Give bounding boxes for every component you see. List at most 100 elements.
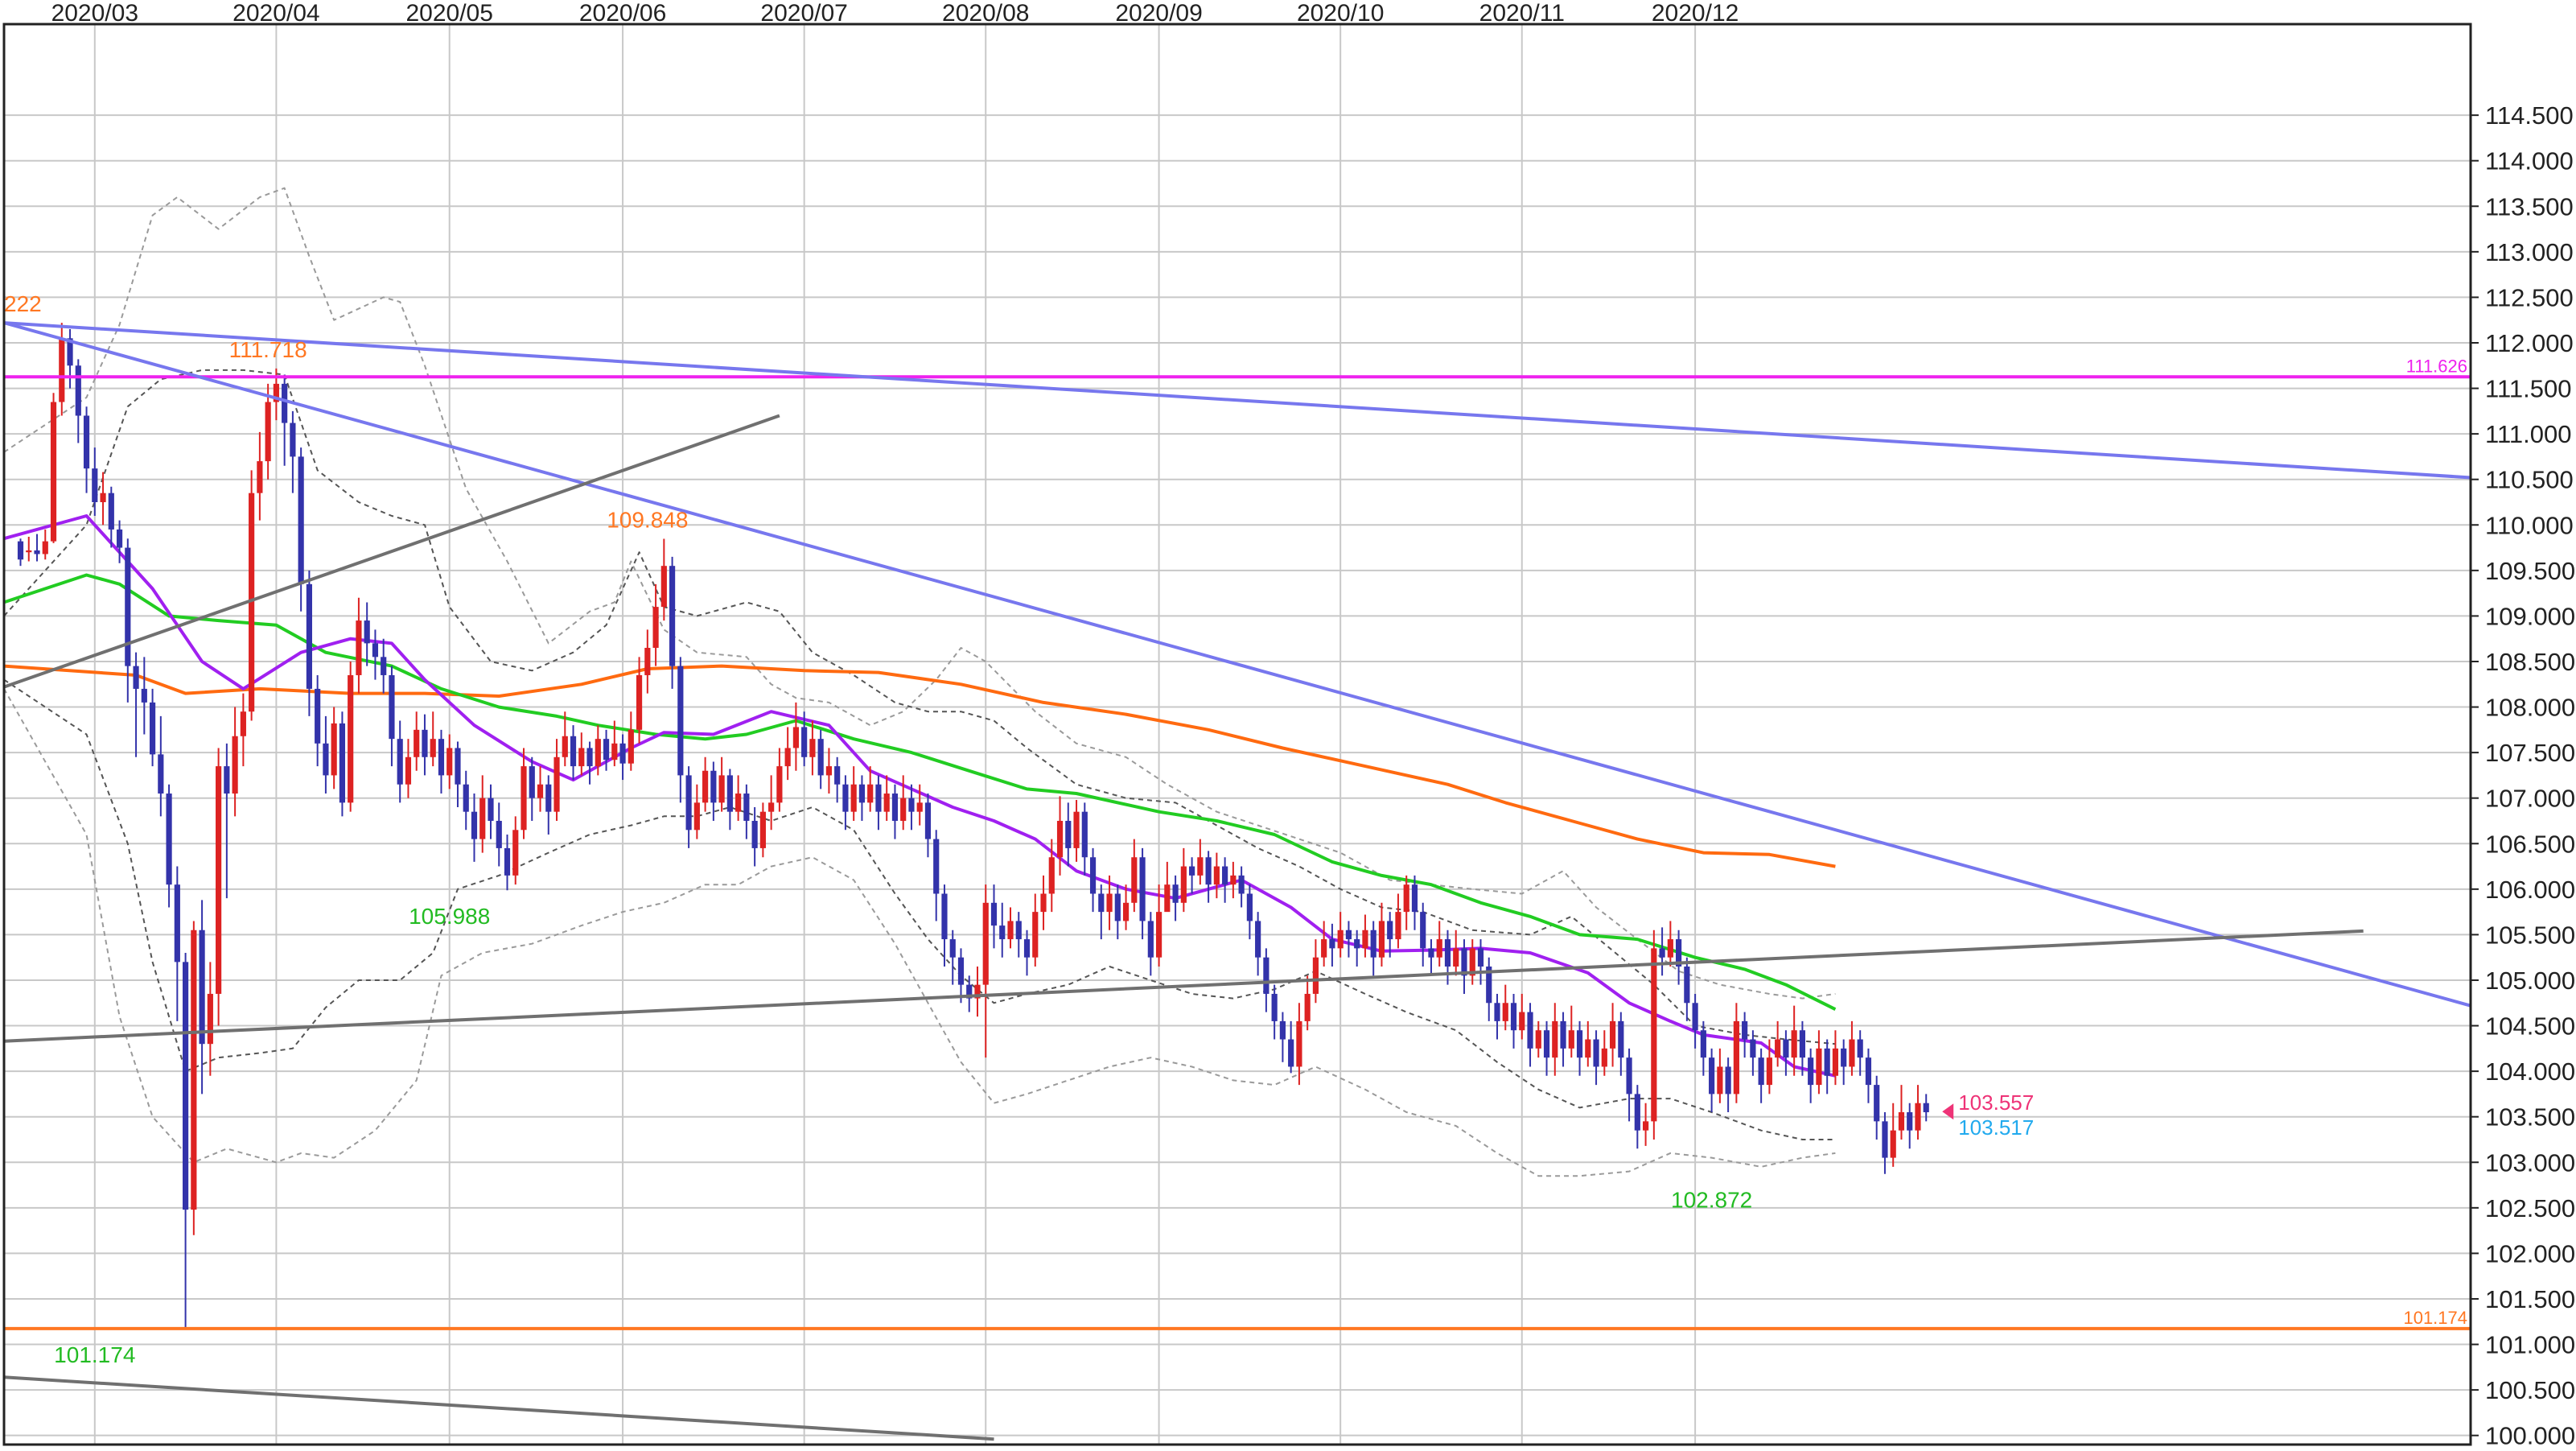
candle-body: [1874, 1085, 1880, 1122]
x-tick-label: 2020/12: [1652, 0, 1739, 27]
candle-body: [1890, 1130, 1896, 1158]
candle-body: [1626, 1057, 1632, 1094]
candle: [339, 711, 346, 817]
candle-body: [1131, 857, 1138, 903]
candle-body: [1032, 912, 1039, 958]
candle-body: [957, 957, 965, 985]
candle-body: [430, 739, 436, 757]
candle-body: [603, 739, 610, 761]
candle-body: [1601, 1048, 1607, 1067]
candle-body: [1907, 1112, 1913, 1131]
candle-body: [1609, 1020, 1616, 1049]
candle-body: [34, 550, 40, 554]
candle-body: [1510, 1003, 1517, 1031]
y-tick-label: 106.000: [2485, 876, 2575, 904]
candle-body: [42, 541, 48, 554]
candle-body: [1345, 930, 1352, 940]
candle: [216, 748, 222, 1026]
candle-body: [149, 702, 156, 755]
y-tick-label: 103.000: [2485, 1148, 2575, 1177]
candle-body: [751, 820, 758, 848]
candle-body: [801, 727, 808, 757]
candle-body: [908, 798, 915, 812]
y-tick-label: 106.500: [2485, 830, 2575, 858]
candle-body: [166, 794, 172, 885]
candle-body: [619, 743, 626, 764]
candle-body: [298, 456, 304, 584]
candle-body: [900, 798, 907, 821]
ask-label: 103.517: [1958, 1115, 2034, 1140]
candle: [348, 661, 354, 812]
candle-body: [1758, 1057, 1764, 1086]
candle-body: [1816, 1048, 1822, 1086]
candle-body: [660, 566, 667, 608]
horizontal-line-label: 101.174: [2403, 1308, 2467, 1328]
candle-body: [414, 729, 420, 757]
candle-body: [1444, 939, 1451, 967]
annotation-label: 105.988: [409, 904, 490, 929]
candle-body: [1147, 921, 1154, 958]
candle-body: [479, 798, 486, 839]
candle-body: [323, 743, 329, 776]
y-tick-label: 109.500: [2485, 557, 2575, 585]
candle-body: [438, 739, 445, 776]
candle-body: [982, 902, 989, 985]
horizontal-line-label: 111.626: [2406, 356, 2467, 376]
candle-body: [578, 748, 585, 767]
candle-body: [586, 748, 593, 767]
candle-body: [1535, 1030, 1541, 1049]
candle-body: [1172, 884, 1179, 903]
candle-body: [1255, 921, 1261, 958]
candle-body: [883, 794, 890, 812]
candle-body: [133, 666, 139, 689]
candle-body: [207, 993, 213, 1045]
candle-body: [1048, 857, 1055, 894]
y-tick-label: 112.500: [2485, 283, 2574, 311]
candle-body: [916, 802, 923, 812]
candle-body: [389, 674, 395, 740]
candle-body: [735, 794, 742, 812]
candle-body: [1593, 1039, 1599, 1067]
y-tick-label: 101.000: [2485, 1331, 2575, 1359]
candle-body: [1882, 1121, 1888, 1158]
candle-body: [759, 811, 766, 848]
candle-body: [1238, 875, 1245, 894]
candle-body: [1642, 1121, 1649, 1131]
candle-body: [1420, 912, 1426, 949]
candle-body: [1692, 1003, 1698, 1031]
x-tick-label: 2020/11: [1479, 0, 1565, 27]
candle-body: [191, 930, 197, 1210]
candle-body: [422, 729, 428, 757]
candle: [249, 470, 255, 721]
x-tick-label: 2020/07: [760, 0, 847, 27]
candle-body: [232, 736, 238, 794]
candle-body: [1263, 957, 1269, 994]
candle-body: [652, 607, 659, 649]
candle-body: [718, 775, 725, 803]
candle-body: [693, 802, 700, 831]
candle-body: [595, 739, 601, 767]
candle-body: [1436, 939, 1442, 958]
candle-body: [1098, 893, 1105, 913]
candle-body: [496, 820, 502, 848]
candle-body: [1543, 1030, 1550, 1058]
candle-body: [356, 620, 362, 675]
candle-body: [949, 939, 956, 958]
candle-body: [1114, 893, 1121, 921]
candle-body: [1106, 893, 1113, 913]
candle-body: [636, 674, 643, 730]
candle-body: [677, 666, 684, 776]
candle-body: [669, 566, 676, 666]
candle-body: [1832, 1048, 1839, 1076]
candle-body: [1923, 1103, 1929, 1113]
y-tick-label: 100.500: [2485, 1376, 2575, 1404]
candle-body: [1139, 857, 1146, 921]
candle-body: [1709, 1057, 1715, 1094]
annotation-label: 111.718: [229, 337, 307, 362]
candle-body: [257, 461, 263, 493]
candle-body: [348, 674, 354, 803]
candle-body: [381, 657, 387, 675]
y-tick-label: 111.000: [2485, 420, 2571, 448]
candle-body: [537, 784, 544, 798]
candle-body: [941, 893, 948, 940]
